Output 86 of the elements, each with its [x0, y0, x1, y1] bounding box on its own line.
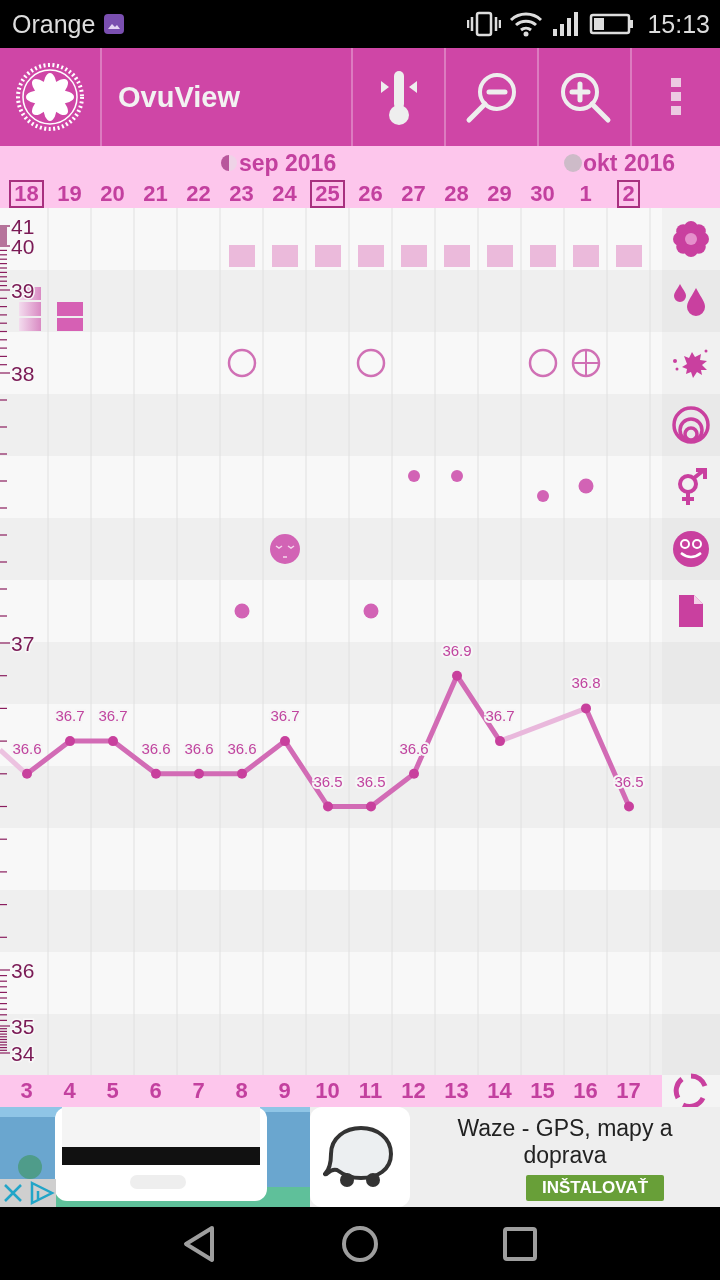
cycle-day-label: 4: [62, 1077, 77, 1105]
cycle-day-label: 8: [234, 1077, 249, 1105]
axis-label: 36: [11, 959, 35, 982]
data-label: 36.6: [227, 739, 257, 757]
axis-label: 35: [11, 1015, 35, 1038]
axis-label: 39: [11, 279, 35, 302]
date-label: 27: [400, 180, 427, 208]
month-label: sep 2016: [239, 149, 337, 177]
data-point: [108, 736, 118, 747]
axis-label: 41: [11, 215, 35, 238]
cycle-day-label: 15: [529, 1077, 556, 1105]
cycle-day-label: 6: [148, 1077, 163, 1105]
data-label: 36.7: [98, 707, 128, 725]
smiley-icon[interactable]: [672, 530, 710, 568]
axis-label: 37: [11, 632, 35, 655]
battery-icon: [589, 12, 636, 36]
clock-time: 15:13: [647, 9, 710, 39]
data-label: 36.7: [485, 707, 515, 725]
axis-label: 38: [11, 362, 35, 385]
data-label: 36.6: [184, 739, 214, 757]
home-icon[interactable]: [340, 1223, 380, 1264]
date-label: 29: [486, 180, 513, 208]
data-point: [452, 670, 462, 681]
date-label: 19: [56, 180, 83, 208]
app-icon[interactable]: [310, 1107, 410, 1207]
cycle-day-label: 5: [105, 1077, 120, 1105]
data-point: [624, 801, 634, 812]
data-point: [409, 768, 419, 779]
install-button[interactable]: INŠTALOVAŤ: [525, 1175, 665, 1201]
cycle-day-label: 7: [191, 1077, 206, 1105]
axis-label: 40: [11, 235, 35, 258]
rings-icon[interactable]: [672, 406, 710, 444]
data-point: [495, 736, 505, 747]
date-label: 28: [443, 180, 470, 208]
gallery-icon: [103, 13, 126, 35]
document-icon[interactable]: [679, 595, 703, 627]
date-label: 1: [578, 180, 593, 208]
app-logo[interactable]: [16, 63, 84, 131]
date-label: 22: [185, 180, 212, 208]
date-label: 2: [617, 180, 640, 208]
date-label: 20: [99, 180, 126, 208]
cycle-day-label: 14: [486, 1077, 513, 1105]
cycle-day-label: 11: [357, 1077, 384, 1105]
data-point: [22, 768, 32, 779]
data-label: 36.5: [356, 772, 386, 790]
data-label: 36.7: [55, 707, 85, 725]
cycle-day-label: 12: [400, 1077, 427, 1105]
date-label: 26: [357, 180, 384, 208]
date-label: 23: [228, 180, 255, 208]
app-title: OvuView: [117, 80, 241, 114]
ad-title: Waze - GPS, mapy a doprava: [456, 1115, 674, 1169]
cycle-day-label: 17: [615, 1077, 642, 1105]
data-point: [237, 768, 247, 779]
wifi-icon: [509, 11, 544, 37]
date-label: 24: [271, 180, 298, 208]
axis-label: 34: [11, 1042, 35, 1065]
date-label: 25: [310, 180, 345, 208]
cycle-day-label: 10: [314, 1077, 341, 1105]
data-point: [323, 801, 333, 812]
cycle-day-label: 16: [572, 1077, 599, 1105]
cycle-day-label: 9: [277, 1077, 292, 1105]
date-label: 30: [529, 180, 556, 208]
menu-icon[interactable]: [670, 77, 682, 117]
date-label: 18: [9, 180, 44, 208]
zoom-out-icon[interactable]: [464, 70, 519, 124]
data-point: [151, 768, 161, 779]
data-label: 36.9: [442, 641, 472, 659]
data-point: [366, 801, 376, 812]
month-label: okt 2016: [583, 149, 676, 177]
carrier-name: Orange: [12, 9, 96, 39]
sync-icon[interactable]: [673, 1073, 709, 1109]
data-label: 36.6: [141, 739, 171, 757]
data-label: 36.5: [313, 772, 343, 790]
date-label: 21: [142, 180, 169, 208]
cycle-day-label: 13: [443, 1077, 470, 1105]
data-point: [65, 736, 75, 747]
splash-icon[interactable]: [672, 348, 710, 378]
cycle-day-label: 3: [19, 1077, 34, 1105]
data-point: [280, 736, 290, 747]
data-label: 36.7: [270, 707, 300, 725]
vibrate-icon: [467, 11, 502, 37]
data-point: [581, 703, 591, 714]
flower-icon[interactable]: [672, 220, 710, 258]
data-label: 36.8: [571, 674, 601, 692]
data-point: [194, 768, 204, 779]
data-label: 36.6: [12, 739, 42, 757]
